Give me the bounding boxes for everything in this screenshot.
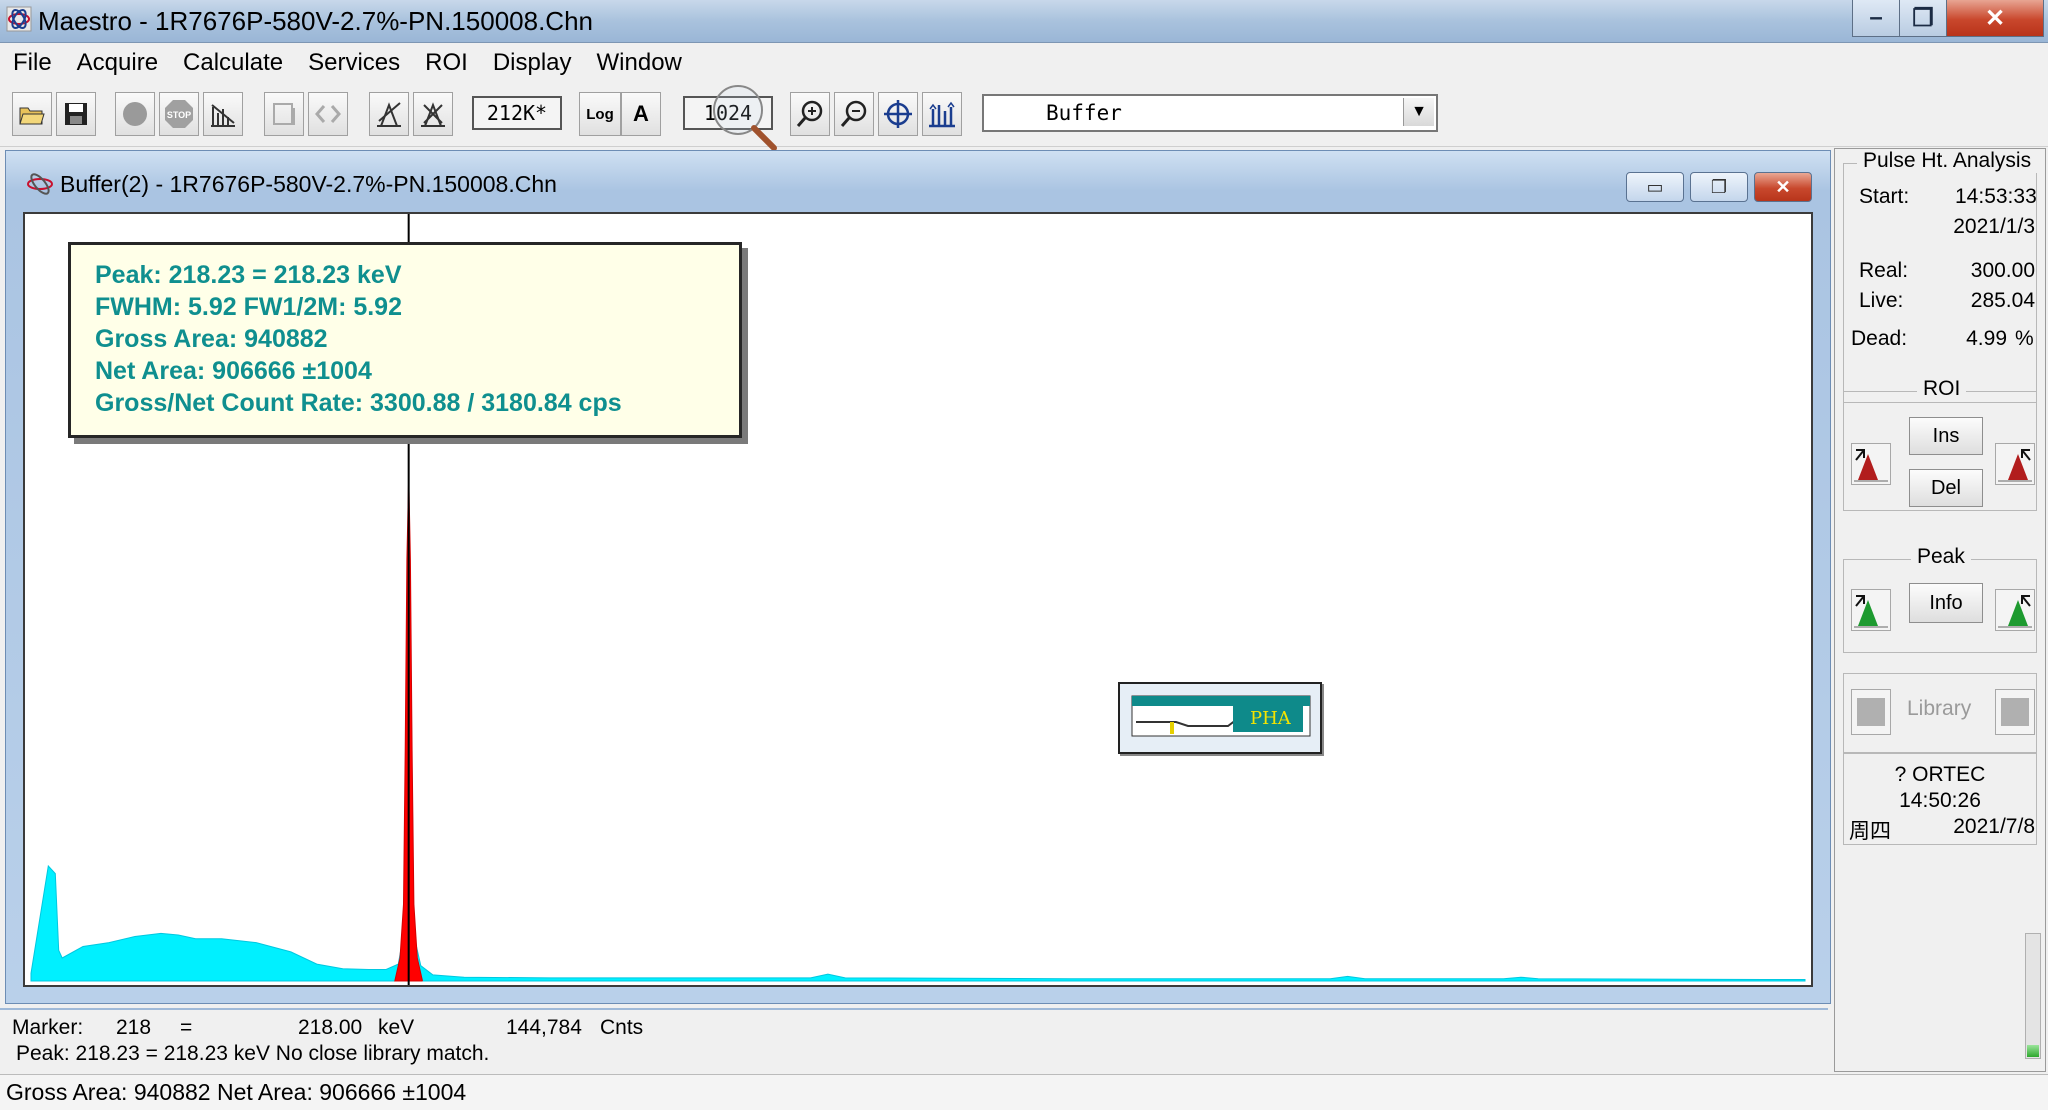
marker-peak-line: Peak: 218.23 = 218.23 keV No close libra… xyxy=(16,1042,490,1065)
menu-bar: File Acquire Calculate Services ROI Disp… xyxy=(0,43,2048,83)
title-bar[interactable]: Maestro - 1R7676P-580V-2.7%-PN.150008.Ch… xyxy=(0,0,2048,43)
buffer-window-icon xyxy=(27,173,53,195)
start-acquire-icon[interactable] xyxy=(115,92,155,136)
menu-services[interactable]: Services xyxy=(295,43,412,83)
weekday: 周四 xyxy=(1849,820,1891,843)
peak-title: Peak xyxy=(1911,545,1971,569)
progress-fill xyxy=(2027,1044,2039,1057)
menu-file[interactable]: File xyxy=(0,43,64,83)
vertical-scale-field[interactable]: 212K* xyxy=(472,96,562,130)
marker-equals: = xyxy=(180,1016,193,1039)
real-label: Real: xyxy=(1859,259,1909,282)
peak-info-button[interactable]: Info xyxy=(1909,583,1983,623)
pha-title: Pulse Ht. Analysis xyxy=(1857,149,2038,173)
window-title: Maestro - 1R7676P-580V-2.7%-PN.150008.Ch… xyxy=(38,6,593,36)
clock-date: 2021/7/8 xyxy=(1953,815,2035,838)
magnifier-cursor-icon xyxy=(713,85,777,150)
marker-counts: 144,784 xyxy=(506,1016,582,1039)
toolbar: STOP 212K* Log A 1024 Buffer ▼ xyxy=(0,84,2048,150)
dead-label: Dead: xyxy=(1851,327,1908,350)
gross-area-line: Gross Area: 940882 xyxy=(95,325,328,353)
roi-mark-icon[interactable] xyxy=(369,92,409,136)
auto-scale-button[interactable]: A xyxy=(621,92,661,136)
minimize-button[interactable]: – xyxy=(1852,0,1900,37)
roi-del-button[interactable]: Del xyxy=(1909,469,1983,507)
count-rate-line: Gross/Net Count Rate: 3300.88 / 3180.84 … xyxy=(95,389,622,417)
maximize-button[interactable]: ❐ xyxy=(1899,0,1947,37)
log-button[interactable]: Log xyxy=(579,92,621,136)
peak-next-icon[interactable] xyxy=(1995,589,2035,631)
roi-clear-icon[interactable] xyxy=(413,92,453,136)
marker-energy-unit: keV xyxy=(378,1016,415,1039)
spectrum-window-title: Buffer(2) - 1R7676P-580V-2.7%-PN.150008.… xyxy=(60,171,557,197)
net-area-line: Net Area: 906666 ±1004 xyxy=(95,357,372,385)
stop-icon[interactable]: STOP xyxy=(159,92,199,136)
roi-ins-button[interactable]: Ins xyxy=(1909,417,1983,455)
fwhm-line: FWHM: 5.92 FW1/2M: 5.92 xyxy=(95,293,402,321)
center-icon[interactable] xyxy=(878,92,918,136)
zoom-in-icon[interactable] xyxy=(790,92,830,136)
peak-line: Peak: 218.23 = 218.23 keV xyxy=(95,261,402,289)
real-value: 300.00 xyxy=(1970,259,2035,282)
zoom-out-icon[interactable] xyxy=(834,92,874,136)
roi-next-icon[interactable] xyxy=(1995,443,2035,485)
start-time: 14:53:33 xyxy=(1955,185,2037,208)
marker-label: Marker: xyxy=(12,1016,84,1039)
chevron-down-icon[interactable]: ▼ xyxy=(1403,98,1434,126)
open-folder-icon[interactable] xyxy=(12,92,52,136)
marker-panel: Marker: 218 = 218.00 keV 144,784 Cnts Pe… xyxy=(0,1008,1828,1072)
peak-info-box: Peak: 218.23 = 218.23 keV FWHM: 5.92 FW1… xyxy=(68,242,742,438)
roi-prev-icon[interactable] xyxy=(1851,443,1891,485)
pha-status-icon: PHA xyxy=(1118,682,1322,754)
library-prev-icon[interactable] xyxy=(1851,689,1891,735)
menu-roi[interactable]: ROI xyxy=(412,43,480,83)
detector-select[interactable]: Buffer ▼ xyxy=(982,94,1438,132)
child-restore-button[interactable]: ❐ xyxy=(1690,172,1748,202)
peak-prev-icon[interactable] xyxy=(1851,589,1891,631)
roi-title: ROI xyxy=(1917,377,1967,401)
copy-buffer-icon[interactable] xyxy=(264,92,304,136)
menu-acquire[interactable]: Acquire xyxy=(64,43,170,83)
dead-value: 4.99 xyxy=(1966,327,2007,350)
start-date: 2021/1/3 xyxy=(1953,215,2035,238)
status-bar: Gross Area: 940882 Net Area: 906666 ±100… xyxy=(0,1074,2048,1110)
marker-energy: 218.00 xyxy=(298,1016,363,1039)
save-icon[interactable] xyxy=(56,92,96,136)
marker-counts-unit: Cnts xyxy=(600,1016,644,1039)
status-bar-text: Gross Area: 940882 Net Area: 906666 ±100… xyxy=(6,1079,467,1105)
right-panel: Pulse Ht. Analysis Start: 14:53:33 2021/… xyxy=(1834,148,2046,1072)
menu-display[interactable]: Display xyxy=(480,43,584,83)
detector-select-value: Buffer xyxy=(1046,101,1122,125)
full-view-icon[interactable] xyxy=(922,92,962,136)
ortec-label: ? ORTEC xyxy=(1894,763,1986,786)
library-label: Library xyxy=(1907,697,1972,720)
child-minimize-button[interactable]: ▭ xyxy=(1626,172,1684,202)
menu-window[interactable]: Window xyxy=(584,43,694,83)
live-value: 285.04 xyxy=(1970,289,2035,312)
menu-calculate[interactable]: Calculate xyxy=(170,43,295,83)
progress-track xyxy=(2025,933,2041,1059)
live-label: Live: xyxy=(1859,289,1904,312)
spectrum-series-0 xyxy=(30,474,1806,982)
maestro-app-icon xyxy=(6,6,32,32)
start-label: Start: xyxy=(1859,185,1910,208)
svg-text:STOP: STOP xyxy=(167,110,191,120)
close-button[interactable]: ✕ xyxy=(1946,0,2044,37)
marker-channel: 218 xyxy=(116,1016,152,1039)
clock-time: 14:50:26 xyxy=(1899,789,1981,812)
clear-spectrum-icon[interactable] xyxy=(203,92,243,136)
swap-icon[interactable] xyxy=(308,92,348,136)
pha-label: PHA xyxy=(1250,708,1291,729)
dead-unit: % xyxy=(2015,327,2034,350)
child-close-button[interactable]: ✕ xyxy=(1754,172,1812,202)
library-next-icon[interactable] xyxy=(1995,689,2035,735)
